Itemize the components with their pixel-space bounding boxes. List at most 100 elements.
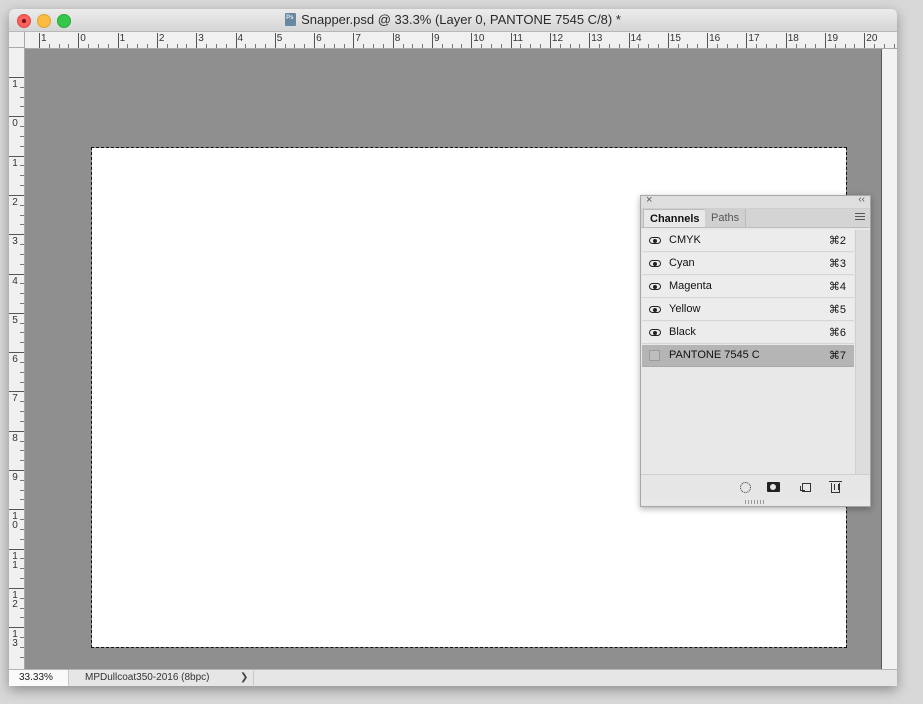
trash-icon[interactable] — [829, 481, 842, 493]
ruler-minor-tick — [20, 538, 24, 540]
ruler-minor-tick — [20, 244, 24, 246]
ruler-minor-tick — [599, 44, 601, 48]
ruler-tick-label: 3 — [198, 33, 204, 44]
ruler-minor-tick — [20, 578, 24, 580]
ruler-minor-tick — [716, 44, 718, 48]
ruler-tick-label: 17 — [748, 33, 760, 44]
ruler-minor-tick — [20, 263, 24, 265]
ruler-minor-tick — [726, 44, 728, 48]
channel-row-cyan[interactable]: Cyan ⌘3 — [642, 253, 854, 275]
ruler-minor-tick — [20, 322, 24, 324]
channel-name: Magenta — [669, 280, 712, 292]
eye-icon[interactable] — [649, 283, 661, 290]
zoom-level-field[interactable]: 33.33% — [9, 670, 69, 686]
load-selection-icon[interactable] — [740, 482, 751, 493]
ruler-minor-tick — [687, 44, 689, 48]
title-bar[interactable]: Snapper.psd @ 33.3% (Layer 0, PANTONE 75… — [9, 9, 897, 32]
ruler-minor-tick — [97, 44, 99, 48]
ruler-origin[interactable] — [9, 32, 25, 48]
ruler-minor-tick — [20, 165, 24, 167]
collapse-icon[interactable]: ‹‹ — [858, 194, 865, 205]
channel-row-yellow[interactable]: Yellow ⌘5 — [642, 299, 854, 321]
ruler-minor-tick — [481, 44, 483, 48]
new-channel-icon[interactable] — [800, 483, 811, 492]
status-divider — [253, 671, 254, 685]
ruler-minor-tick — [147, 44, 149, 48]
channel-row-black[interactable]: Black ⌘6 — [642, 322, 854, 344]
ruler-major-tick — [274, 33, 276, 48]
vertical-ruler[interactable]: 1 0 1 2 3 4 5 6 7 8 9 10 11 12 13 — [9, 48, 25, 669]
ruler-major-tick — [864, 33, 866, 48]
channel-row-cmyk[interactable]: CMYK ⌘2 — [642, 230, 854, 252]
ruler-minor-tick — [579, 44, 581, 48]
tab-channels[interactable]: Channels — [643, 209, 707, 227]
close-icon[interactable]: × — [646, 194, 652, 206]
ruler-minor-tick — [697, 44, 699, 48]
ruler-major-tick — [746, 33, 748, 48]
ruler-tick-label: 8 — [12, 432, 18, 444]
save-selection-mask-icon[interactable] — [767, 482, 780, 492]
ruler-minor-tick — [186, 44, 188, 48]
channel-shortcut: ⌘7 — [828, 350, 846, 362]
eye-icon[interactable] — [649, 306, 661, 313]
ruler-minor-tick — [569, 44, 571, 48]
ruler-major-tick — [9, 587, 24, 589]
ruler-major-tick — [9, 234, 24, 236]
ruler-minor-tick — [294, 44, 296, 48]
channel-name: Black — [669, 326, 696, 338]
ruler-minor-tick — [805, 44, 807, 48]
ruler-minor-tick — [608, 44, 610, 48]
eye-icon[interactable] — [649, 329, 661, 336]
panel-scrollbar[interactable] — [855, 230, 870, 474]
status-menu-arrow-icon[interactable]: ❯ — [240, 670, 248, 686]
ruler-minor-tick — [530, 44, 532, 48]
ruler-minor-tick — [20, 528, 24, 530]
eye-icon[interactable] — [649, 260, 661, 267]
ruler-tick-label: 9 — [12, 472, 18, 483]
ruler-minor-tick — [176, 44, 178, 48]
channel-row-magenta[interactable]: Magenta ⌘4 — [642, 276, 854, 298]
ruler-minor-tick — [874, 44, 876, 48]
ruler-minor-tick — [20, 450, 24, 452]
ruler-tick-label: 13 — [591, 33, 603, 44]
ruler-tick-label: 20 — [866, 33, 878, 44]
ruler-tick-label: 7 — [12, 393, 18, 405]
ruler-minor-tick — [20, 302, 24, 304]
ruler-minor-tick — [20, 86, 24, 88]
ruler-tick-label: 1 — [12, 157, 18, 169]
ruler-major-tick — [549, 33, 551, 48]
ruler-minor-tick — [451, 44, 453, 48]
ruler-major-tick — [785, 33, 787, 48]
ruler-minor-tick — [20, 175, 24, 177]
ruler-minor-tick — [284, 44, 286, 48]
panel-resize-grip[interactable] — [745, 500, 765, 504]
ruler-minor-tick — [20, 656, 24, 658]
ruler-tick-label: 4 — [12, 275, 18, 287]
horizontal-ruler[interactable]: 1 0 1 2 3 4 5 6 7 8 9 10 11 12 13 14 15 16 17 18 19 20 — [25, 32, 897, 49]
vertical-scrollbar[interactable] — [881, 49, 897, 669]
tab-paths[interactable]: Paths — [705, 209, 747, 227]
ruler-major-tick — [392, 33, 394, 48]
ruler-major-tick — [9, 273, 24, 275]
ruler-major-tick — [196, 33, 198, 48]
window-title: Snapper.psd @ 33.3% (Layer 0, PANTONE 75… — [301, 12, 621, 27]
visibility-toggle-off[interactable] — [649, 350, 660, 361]
ruler-major-tick — [9, 430, 24, 432]
channel-row-pantone[interactable]: PANTONE 7545 C ⌘7 — [642, 345, 854, 367]
ruler-major-tick — [235, 33, 237, 48]
ruler-minor-tick — [795, 44, 797, 48]
panel-header[interactable]: × ‹‹ — [641, 194, 870, 209]
ruler-minor-tick — [166, 44, 168, 48]
ruler-minor-tick — [559, 44, 561, 48]
ruler-minor-tick — [363, 44, 365, 48]
ruler-minor-tick — [206, 44, 208, 48]
panel-menu-icon[interactable] — [855, 213, 865, 222]
ruler-minor-tick — [20, 381, 24, 383]
ruler-tick-label: 5 — [276, 33, 283, 44]
eye-icon[interactable] — [649, 237, 661, 244]
ruler-tick-label: 6 — [316, 33, 322, 44]
ruler-minor-tick — [490, 44, 492, 48]
ruler-major-tick — [510, 33, 512, 48]
ruler-minor-tick — [20, 135, 24, 137]
ruler-major-tick — [628, 33, 630, 48]
